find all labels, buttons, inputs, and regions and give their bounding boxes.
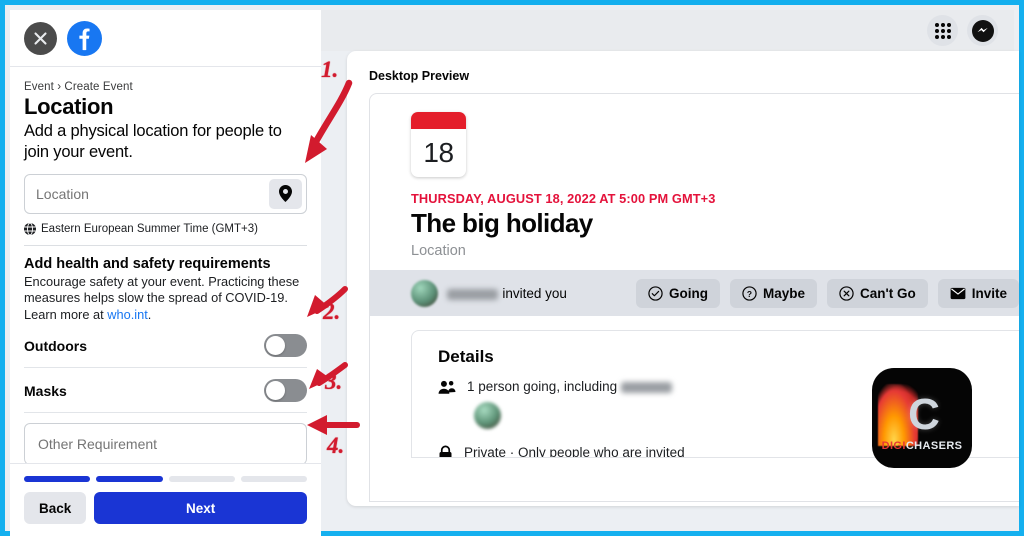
digichasers-watermark: C DIGICHASERS [872,368,972,468]
toggle-row-outdoors[interactable]: Outdoors [24,323,307,367]
rsvp-cant-go-label: Can't Go [860,285,916,301]
health-section-desc: Encourage safety at your event. Practici… [24,274,307,324]
going-name-redacted: Redacted [620,382,673,394]
page-title: Location [24,94,114,119]
progress-step-3 [168,476,235,482]
event-header: 18 THURSDAY, AUGUST 18, 2022 AT 5:00 PM … [370,94,1019,259]
toggle-knob [266,381,285,401]
envelope-icon [950,287,966,299]
rsvp-cant-go-button[interactable]: Can't Go [827,278,928,308]
who-int-link[interactable]: who.int [107,307,148,322]
page-subtitle: Add a physical location for people to jo… [24,122,282,162]
rsvp-invite-label: Invite [971,285,1007,301]
avatar [411,279,438,307]
section-divider [24,244,307,246]
progress-step-4 [240,476,307,482]
toggle-knob [266,336,285,356]
close-glyph [34,31,47,45]
rsvp-going-label: Going [668,285,708,301]
dialog-body: Event › Create Event Location Add a phys… [10,67,321,463]
inviter-name-redacted: Redacted [447,288,499,300]
annotation-number-3: 3. [325,369,343,394]
footer-buttons: Back Next [24,492,307,524]
other-requirement-input[interactable] [38,436,293,453]
calendar-day: 18 [423,137,454,168]
svg-text:?: ? [747,288,752,298]
rsvp-invite-button[interactable]: Invite [937,278,1019,308]
toggle-masks[interactable] [264,379,307,403]
messenger-icon[interactable] [967,15,998,46]
watermark-name-b: CHASERS [905,440,963,452]
breadcrumb: Event › Create Event [24,81,133,93]
inviter-suffix: invited you [502,285,567,301]
back-button[interactable]: Back [24,492,87,524]
location-field[interactable] [24,173,307,214]
desktop-preview-card: Desktop Preview 18 THURSDAY, AUGUST 18, … [347,51,1019,506]
progress-step-2 [96,476,163,482]
calendar-icon: 18 [411,112,466,177]
details-privacy-text: Private · Only people who are invited [464,445,685,459]
calendar-top-bar [411,112,466,129]
watermark-name: DIGICHASERS [872,440,972,452]
question-circle-icon: ? [742,285,757,301]
progress-steps [24,476,307,482]
dialog-header [10,10,321,67]
event-location: Location [411,243,466,260]
health-desc-text: Encourage safety at your event. Practici… [24,273,300,322]
x-circle-icon [839,285,854,301]
toggle-divider-2 [24,412,307,414]
timezone-row: Eastern European Summer Time (GMT+3) [24,222,307,235]
create-event-dialog: Event › Create Event Location Add a phys… [10,10,321,536]
event-title: The big holiday [411,208,593,238]
other-requirement-field[interactable] [24,423,307,463]
rsvp-buttons: Going ? Maybe Can't Go Invite [635,278,1019,308]
top-bar [321,10,1014,51]
preview-area: Desktop Preview 18 THURSDAY, AUGUST 18, … [321,10,1019,526]
rsvp-maybe-button[interactable]: ? Maybe [729,278,818,308]
screenshot-frame: Event › Create Event Location Add a phys… [0,0,1024,536]
rsvp-going-button[interactable]: Going [635,278,720,308]
attendee-avatar [474,402,501,430]
toggle-label-masks: Masks [24,382,67,399]
location-input[interactable] [36,185,269,202]
lock-icon [439,445,452,458]
toggle-outdoors[interactable] [264,334,307,358]
toggle-row-masks[interactable]: Masks [24,368,307,412]
facebook-logo[interactable] [67,20,102,56]
map-pin-glyph [279,185,292,203]
people-icon [438,381,456,394]
event-preview: 18 THURSDAY, AUGUST 18, 2022 AT 5:00 PM … [369,93,1019,502]
rsvp-maybe-label: Maybe [762,285,806,301]
progress-step-1 [24,476,91,482]
apps-grid-icon[interactable] [927,15,958,46]
dialog-footer: Back Next [10,463,321,536]
annotation-number-4: 4. [327,433,345,458]
timezone-label: Eastern European Summer Time (GMT+3) [41,222,258,235]
watermark-mark: C [908,390,940,439]
details-title: Details [438,347,494,367]
toggle-label-outdoors: Outdoors [24,337,87,354]
close-icon[interactable] [24,21,57,55]
messenger-glyph [971,19,994,42]
going-count-text: 1 person going, including [467,379,618,395]
check-circle-icon [648,285,663,301]
grid-glyph [934,22,951,39]
watermark-name-a: DIGI [881,440,906,452]
health-desc-period: . [147,306,152,322]
map-pin-icon[interactable] [269,178,302,209]
annotation-number-2: 2. [323,299,341,324]
rsvp-bar: Redacted invited you Going [370,270,1019,317]
health-section-title: Add health and safety requirements [24,255,271,272]
inviter-text: Redacted invited you [447,286,567,301]
preview-label: Desktop Preview [369,69,470,83]
details-going-text: 1 person going, including Redacted [467,379,673,395]
next-button[interactable]: Next [94,492,307,524]
annotation-number-1: 1. [321,57,339,82]
globe-icon [24,222,36,235]
inviter-row: Redacted invited you [411,279,626,307]
event-date: THURSDAY, AUGUST 18, 2022 AT 5:00 PM GMT… [411,191,716,206]
